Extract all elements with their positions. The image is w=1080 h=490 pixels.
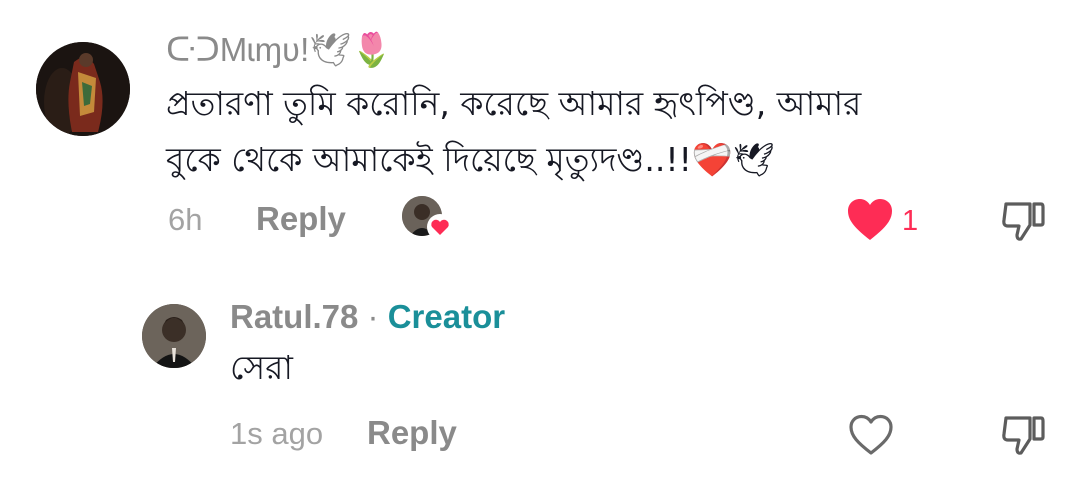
commenter-avatar[interactable] [36,42,130,136]
comment-emojis: ❤‍🩹🕊 [691,140,775,179]
reply-reply-button[interactable]: Reply [367,414,457,452]
reply-author-username[interactable]: Ratul.78 [230,298,358,335]
creator-liked-indicator [402,196,454,240]
heart-outline-icon [849,414,893,455]
reply-dislike-button[interactable] [1000,412,1046,458]
username-text: ᑢᑐMɩɱʋ! [166,31,310,68]
reply-author-avatar[interactable] [142,304,206,368]
reply-text: সেরা [230,348,293,387]
comment-dislike-button[interactable] [1000,198,1046,244]
thumbs-down-icon [1002,202,1045,241]
commenter-username[interactable]: ᑢᑐMɩɱʋ!🕊🌷 [166,30,392,70]
comment-timestamp: 6h [168,202,203,237]
comment-text: প্রতারণা তুমি করোনি, করেছে আমার হৃৎপিণ্ড… [166,76,861,188]
comment-reply-button[interactable]: Reply [256,200,346,238]
reply-separator: · [358,298,388,335]
comment-text-line-1: প্রতারণা তুমি করোনি, করেছে আমার হৃৎপিণ্ড… [166,84,862,123]
username-emojis: 🕊🌷 [309,30,393,69]
reply-author-line: Ratul.78 · Creator [230,298,505,336]
comment-like-button[interactable] [846,198,894,242]
comment-like-count: 1 [902,205,919,237]
reply-like-button[interactable] [848,414,894,456]
comment-text-line-2: বুকে থেকে আমাকেই দিয়েছে মৃত্যুদণ্ড..!!❤… [166,140,775,179]
heart-filled-icon [848,199,892,240]
reply-timestamp: 1s ago [230,416,324,451]
heart-badge-icon [427,214,453,240]
creator-badge: Creator [387,298,506,335]
thumbs-down-icon [1002,416,1045,455]
